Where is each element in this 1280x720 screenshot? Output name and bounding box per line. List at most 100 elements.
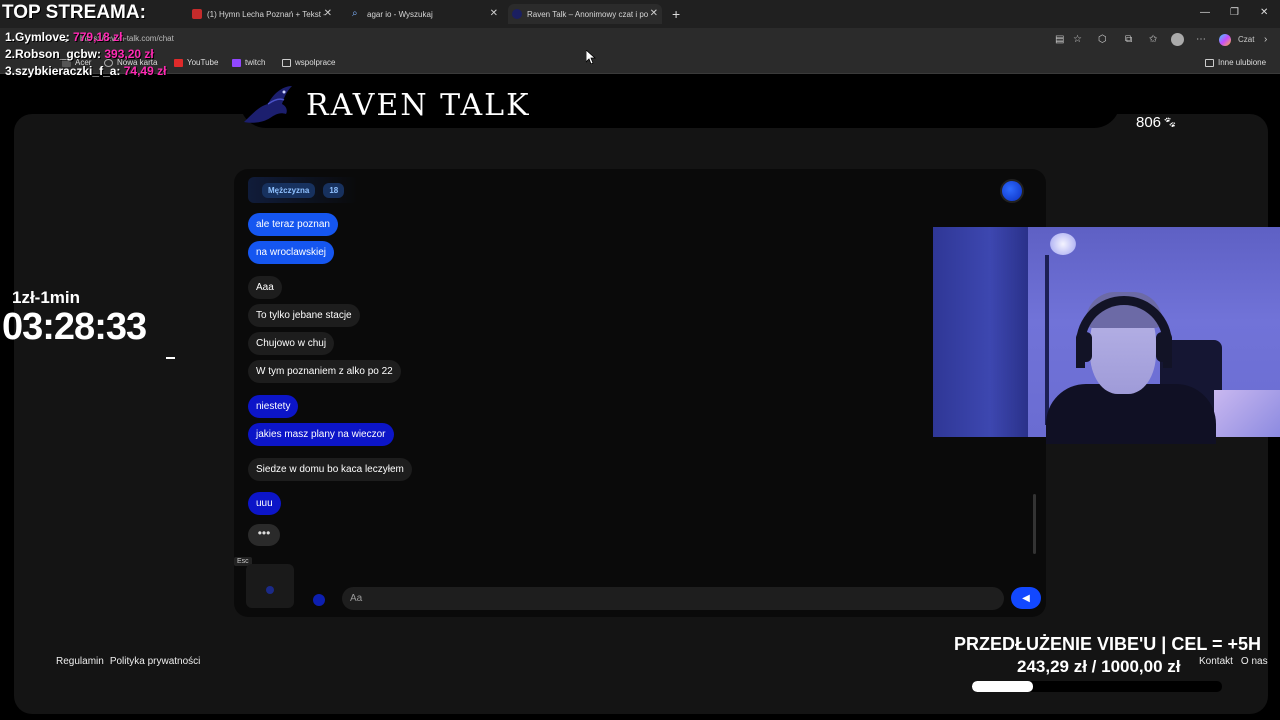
copilot-icon[interactable] [1219,34,1231,46]
lamp-pole [1045,255,1049,425]
message-sent: ale teraz poznan [248,213,338,236]
split-screen-icon[interactable]: ⧉ [1125,34,1132,45]
bookmark-label: wspolprace [295,58,336,67]
message-received: Siedze w domu bo kaca leczyłem [248,458,412,481]
bookmark-youtube[interactable]: YouTube [174,58,218,67]
footer-right: Kontakt O nas [1199,656,1268,667]
youtube-icon [174,58,183,67]
donor-name: 1.Gymlove: [5,30,70,44]
bookmark-label: YouTube [187,58,219,67]
donor-amount: 393,20 zł [104,47,154,61]
message-received: Chujowo w chuj [248,332,335,355]
restore-icon[interactable]: ❐ [1230,7,1239,18]
about-link[interactable]: O nas [1241,656,1268,667]
headphone-cup [1156,332,1172,362]
tab-label: (1) Hymn Lecha Poznań + Tekst - [207,9,326,19]
folder-icon [282,58,291,67]
online-counter: 806 🐾︎ [1136,114,1177,131]
lamp [1050,233,1076,255]
logo-text: RAVEN TALK [306,87,531,123]
goal-amount: 243,29 zł / 1000,00 zł [1017,657,1181,676]
privacy-policy-link[interactable]: Polityka prywatności [110,656,201,667]
partner-info: Mężczyzna 18 [248,177,359,203]
address-bar: 🔒︎ https://raven-talk.com/chat ▤ ☆ ⬡ ⧉ ✩… [0,28,1280,52]
bookmark-twitch[interactable]: twitch [232,58,265,67]
close-tab-icon[interactable]: ✕ [490,8,498,19]
extension-icon[interactable]: ⬡ [1098,34,1107,45]
message-received: W tym poznaniem z alko po 22 [248,360,401,383]
top-donor-1: 1.Gymlove: 779,18 zł [5,30,122,44]
curtain [933,227,1028,437]
message-sent: jakies masz plany na wieczor [248,423,394,446]
bookmark-label: twitch [245,58,266,67]
screen: { "browser": { "tabs": [ {"label": "(1) … [0,0,1280,720]
bookmark-wspolprace[interactable]: wspolprace [282,58,335,67]
donor-name: 2.Robson_gcbw: [5,47,102,61]
chevron-icon[interactable]: › [1264,34,1267,45]
bedding [1214,390,1280,437]
tab-hymn[interactable]: (1) Hymn Lecha Poznań + Tekst - ✕ [192,4,332,24]
new-tab-button[interactable]: + [672,4,680,24]
mouse-cursor-icon [586,50,596,64]
chat-scrollbar[interactable] [1033,494,1036,554]
close-tab-icon[interactable]: ✕ [324,8,332,19]
favorite-star-icon[interactable]: ☆ [1073,34,1082,45]
subathon-rate: 1zł-1min [12,288,81,307]
message-input[interactable] [342,587,1004,610]
goal-progress-bar [972,681,1222,692]
tab-agar-search[interactable]: ⌕ agar io - Wyszukaj ✕ [352,4,498,24]
goal-title: PRZEDŁUŻENIE VIBE'U | CEL = +5H [954,634,1262,654]
close-tab-icon[interactable]: ✕ [650,8,658,19]
footer-left: Regulamin Polityka prywatności [56,656,200,667]
top-donor-2: 2.Robson_gcbw: 393,20 zł [5,47,154,61]
contact-link[interactable]: Kontakt [1199,656,1233,667]
message-received: To tylko jebane stacje [248,304,360,327]
skip-dot-icon [266,586,274,594]
message-sent: uuu [248,492,281,515]
skip-button[interactable] [246,564,294,608]
other-favorites[interactable]: Inne ulubione [1205,58,1266,67]
regulamin-link[interactable]: Regulamin [56,656,104,667]
message-sent: na wroclawskiej [248,241,335,264]
timer-dash [166,357,175,359]
tab-label: agar io - Wyszukaj [367,9,433,19]
top-donors-title: TOP STREAMA: [2,2,146,23]
twitch-icon [232,58,241,67]
chat-window: Mężczyzna 18 ale teraz poznan na wroclaw… [234,169,1046,617]
favorites-icon[interactable]: ✩ [1149,34,1157,45]
gender-tag: Mężczyzna [262,182,316,198]
tab-raven-talk[interactable]: Raven Talk – Anonimowy czat i po ✕ [508,4,662,24]
bookmarks-bar: Acer Nowa karta YouTube twitch wspolprac… [0,52,1280,74]
age-tag: 18 [323,182,345,198]
raven-favicon-icon [512,9,522,19]
profile-avatar[interactable] [1171,33,1184,46]
subathon-timer: 03:28:33 [2,306,147,348]
site-logo[interactable]: RAVEN TALK [240,82,530,128]
message-sent: niestety [248,395,299,418]
browser-tab-bar: (1) Hymn Lecha Poznań + Tekst - ✕ ⌕ agar… [0,0,1280,28]
send-button[interactable]: ◀ [1011,587,1041,609]
typing-indicator: ••• [248,524,280,546]
send-icon: ◀ [1022,592,1030,604]
online-count: 806 [1136,114,1162,131]
status-orb[interactable] [1000,179,1024,203]
search-icon: ⌕ [352,8,358,19]
donor-amount: 779,18 zł [73,30,123,44]
close-window-icon[interactable]: ✕ [1260,7,1268,18]
reader-icon[interactable]: ▤ [1055,34,1064,45]
other-favorites-label: Inne ulubione [1218,58,1267,67]
paw-icon: 🐾︎ [1163,117,1177,129]
donor-amount: 74,49 zł [123,64,167,78]
minimize-icon[interactable]: — [1200,7,1210,18]
top-donor-3: 3.szybkieraczki_f_a: 74,49 zł [5,64,166,78]
emoji-button[interactable] [313,594,325,606]
goal-progress-fill [972,681,1033,692]
folder-icon [1205,58,1214,67]
copilot-label[interactable]: Czat [1238,35,1254,44]
raven-logo-icon [244,86,292,123]
tab-label: Raven Talk – Anonimowy czat i po [527,9,649,19]
message-received: Aaa [248,276,282,299]
more-menu-icon[interactable]: ⋯ [1196,34,1206,45]
youtube-icon [192,9,202,19]
donor-name: 3.szybkieraczki_f_a: [5,64,121,78]
